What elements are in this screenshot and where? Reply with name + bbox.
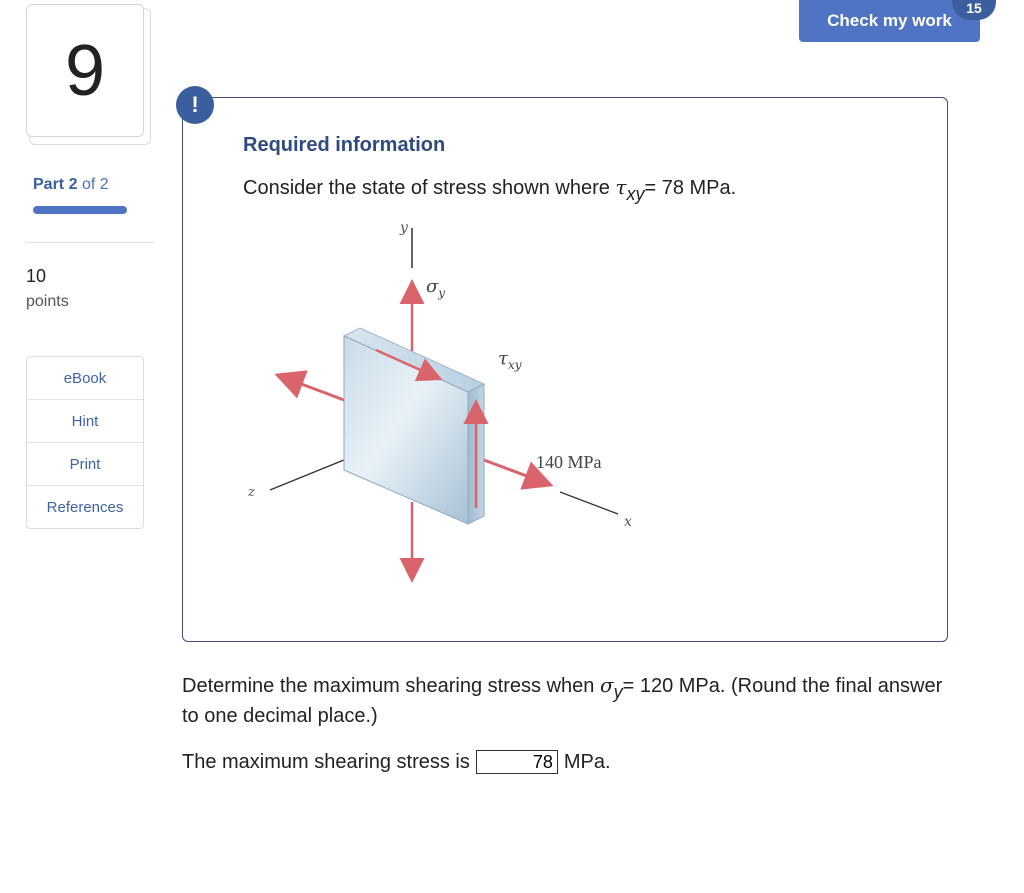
points-label: points: [26, 293, 69, 310]
sigma-symbol: σ: [599, 673, 614, 697]
tau-symbol: τ: [615, 175, 627, 199]
part-current: 2: [68, 176, 78, 193]
y-axis-label: y: [399, 220, 409, 236]
statement-suffix: = 78 MPa.: [644, 177, 737, 199]
print-button[interactable]: Print: [27, 443, 143, 486]
stress-element-figure: y z σy τxy 140 MPa x: [247, 220, 632, 583]
required-information-title: Required information: [243, 134, 446, 156]
left-normal-arrow: [274, 370, 345, 402]
sigma-y-subscript: y: [437, 286, 445, 300]
references-button[interactable]: References: [27, 486, 143, 528]
answer-input[interactable]: [475, 750, 558, 774]
answer-prefix: The maximum shearing stress is: [182, 750, 470, 773]
x-axis-line: [559, 491, 619, 515]
stress-statement: Consider the state of stress shown where…: [243, 175, 737, 204]
question-prefix: Determine the maximum shearing stress wh…: [182, 675, 600, 697]
tool-list: eBook Hint Print References: [26, 356, 144, 529]
sigma-y-label: σy: [426, 276, 445, 300]
question-text: Determine the maximum shearing stress wh…: [182, 670, 962, 731]
alert-icon: !: [176, 86, 214, 124]
statement-prefix: Consider the state of stress shown where: [243, 177, 616, 199]
z-axis-label: z: [247, 485, 255, 500]
hint-button[interactable]: Hint: [27, 400, 143, 443]
tau-xy-subscript: xy: [508, 358, 522, 372]
tau-xy-label: τxy: [498, 348, 522, 372]
part-word: Part: [33, 176, 65, 193]
part-total: of 2: [81, 176, 109, 193]
x-axis-label: x: [624, 514, 632, 530]
answer-row: The maximum shearing stress is MPa.: [182, 750, 611, 774]
part-progress-bar: [33, 206, 127, 214]
ebook-button[interactable]: eBook: [27, 357, 143, 400]
sigma-y-symbol: σ: [426, 276, 439, 297]
part-indicator: Part 2 of 2: [33, 176, 109, 194]
sigma-subscript: y: [613, 682, 623, 702]
normal-stress-label: 140 MPa: [536, 452, 602, 472]
answer-unit: MPa.: [563, 750, 611, 773]
question-number: 9: [26, 4, 144, 137]
tau-subscript: xy: [626, 184, 645, 204]
points-value: 10: [26, 266, 47, 286]
divider: [26, 242, 154, 243]
